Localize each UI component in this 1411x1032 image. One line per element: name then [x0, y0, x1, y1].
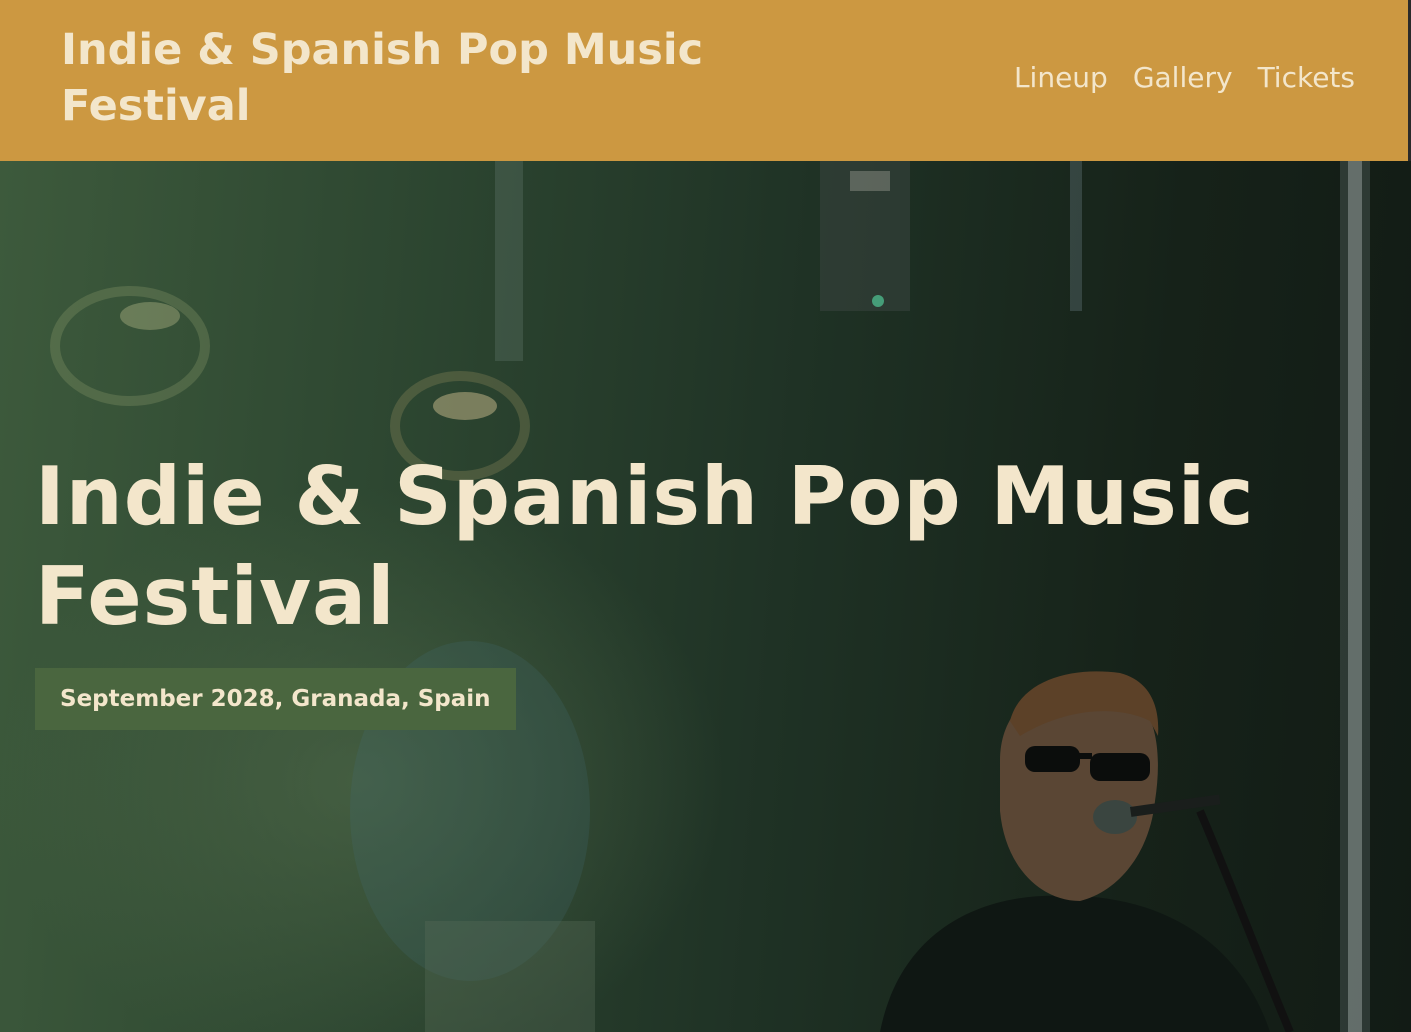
nav-link-gallery[interactable]: Gallery: [1133, 58, 1233, 98]
nav-link-lineup[interactable]: Lineup: [1014, 58, 1108, 98]
main-nav: Lineup Gallery Tickets: [1014, 58, 1355, 98]
site-header: Indie & Spanish Pop Music Festival Lineu…: [0, 0, 1411, 161]
nav-link-tickets[interactable]: Tickets: [1258, 58, 1355, 98]
hero-title: Indie & Spanish Pop Music Festival: [35, 450, 1255, 643]
hero-section: Indie & Spanish Pop Music Festival Septe…: [0, 161, 1411, 1032]
site-brand-title[interactable]: Indie & Spanish Pop Music Festival: [61, 22, 821, 134]
event-date-location-badge: September 2028, Granada, Spain: [35, 668, 516, 730]
singer-figure: [880, 671, 1294, 1032]
